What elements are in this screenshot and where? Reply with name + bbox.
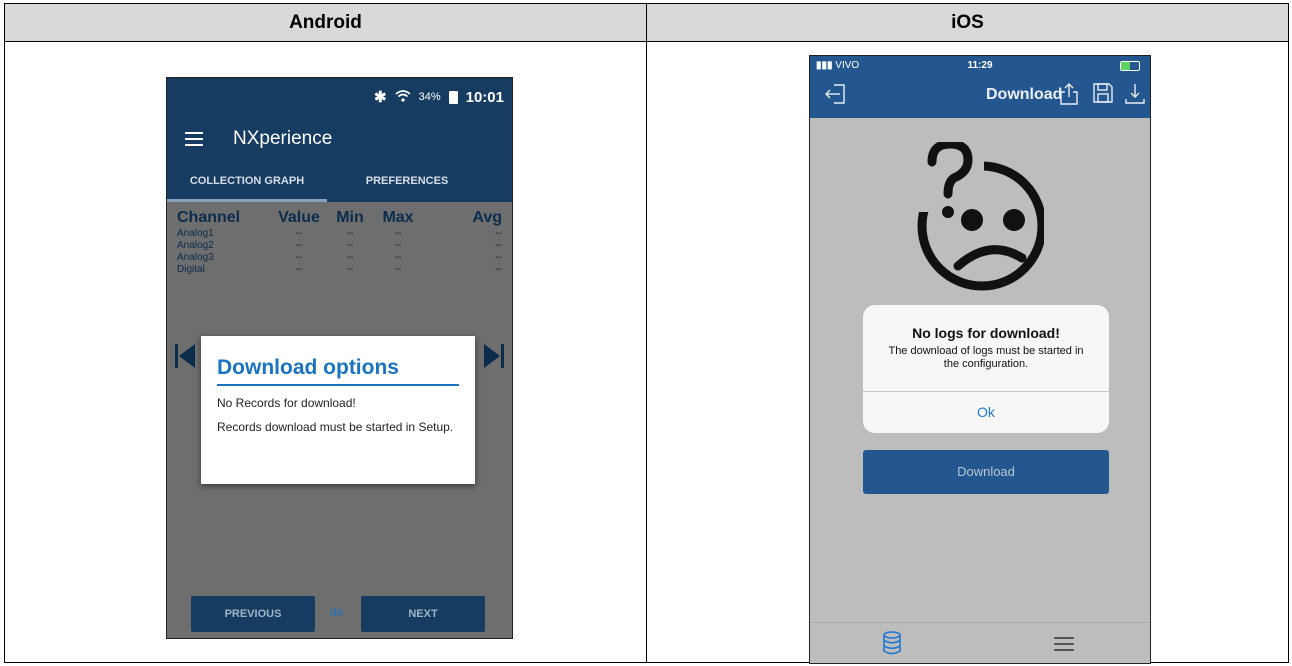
tab-collection-graph[interactable]: COLLECTION GRAPH xyxy=(167,162,327,202)
channel-name: Analog1 xyxy=(177,228,214,239)
bluetooth-icon: ✱ xyxy=(374,89,387,106)
channel-value: -- xyxy=(295,228,303,239)
table-row: Digital -- -- -- -- xyxy=(177,264,502,276)
ios-screen: ▮▮▮ VIVO 11:29 Download No logs for down… xyxy=(809,55,1151,664)
android-app-bar: NXperience xyxy=(167,116,512,162)
channel-max: -- xyxy=(394,264,402,275)
channel-value: -- xyxy=(295,252,303,263)
ios-nav-bar: Download xyxy=(810,74,1150,118)
no-logs-alert: No logs for download! The download of lo… xyxy=(863,305,1109,433)
android-cell: ✱ 34% 10:01 NXperience COLLECTION GRAPH … xyxy=(4,41,647,663)
hamburger-menu-icon[interactable] xyxy=(185,132,203,146)
column-header: Avg xyxy=(472,209,502,226)
channel-avg: -- xyxy=(495,252,502,263)
battery-icon xyxy=(1120,61,1140,71)
table-row: Analog3 -- -- -- -- xyxy=(177,252,502,264)
database-icon[interactable] xyxy=(882,631,902,660)
channel-min: -- xyxy=(346,264,354,275)
channel-value: -- xyxy=(295,240,303,251)
channel-avg: -- xyxy=(495,264,502,275)
channel-name: Analog2 xyxy=(177,240,214,251)
channel-max: -- xyxy=(394,252,402,263)
skip-forward-icon[interactable] xyxy=(484,344,504,375)
share-icon[interactable] xyxy=(1058,82,1080,110)
pager-separator: de xyxy=(330,605,344,619)
ios-status-bar: ▮▮▮ VIVO 11:29 xyxy=(810,56,1150,74)
battery-icon xyxy=(448,90,458,104)
ios-tab-bar xyxy=(810,622,1150,663)
table-row: Analog1 -- -- -- -- xyxy=(177,228,502,240)
wifi-icon xyxy=(395,89,411,106)
download-button[interactable]: Download xyxy=(863,450,1109,494)
exit-icon[interactable] xyxy=(824,82,848,110)
ios-header: iOS xyxy=(646,3,1289,42)
column-header: Channel xyxy=(177,209,241,226)
tab-preferences[interactable]: PREFERENCES xyxy=(327,162,487,202)
confused-face-icon xyxy=(914,139,1047,292)
ok-button[interactable]: Ok xyxy=(863,391,1109,433)
channel-min: -- xyxy=(346,252,354,263)
download-options-dialog: Download options No Records for download… xyxy=(201,336,475,484)
channel-table: Channel Value Min Max Avg Analog1 -- -- … xyxy=(167,202,512,276)
status-time: 11:29 xyxy=(967,59,993,71)
column-header: Min xyxy=(336,209,364,226)
table-row: Analog2 -- -- -- -- xyxy=(177,240,502,252)
battery-percent: 34% xyxy=(418,91,441,103)
alert-title: No logs for download! xyxy=(912,325,1060,341)
skip-back-icon[interactable] xyxy=(175,344,195,375)
next-button[interactable]: NEXT xyxy=(361,596,485,632)
android-tabs: COLLECTION GRAPH PREFERENCES xyxy=(167,162,512,202)
dialog-title: Download options xyxy=(217,356,459,386)
download-icon[interactable] xyxy=(1124,82,1146,110)
channel-name: Digital xyxy=(177,264,205,275)
save-icon[interactable] xyxy=(1092,82,1114,108)
channel-min: -- xyxy=(346,240,354,251)
channel-avg: -- xyxy=(495,228,502,239)
previous-button[interactable]: PREVIOUS xyxy=(191,596,315,632)
dialog-message: Records download must be started in Setu… xyxy=(217,420,454,434)
android-header: Android xyxy=(4,3,647,42)
channel-max: -- xyxy=(394,240,402,251)
channel-max: -- xyxy=(394,228,402,239)
column-header: Max xyxy=(382,209,414,226)
status-time: 10:01 xyxy=(465,88,504,106)
channel-min: -- xyxy=(346,228,354,239)
nav-title: Download xyxy=(986,86,1063,103)
column-header: Value xyxy=(278,209,320,226)
comparison-table: Android iOS ✱ 34% 10:01 NXperience COLLE… xyxy=(4,3,1289,664)
channel-table-header: Channel Value Min Max Avg xyxy=(177,208,502,228)
app-title: NXperience xyxy=(233,128,333,149)
channel-value: -- xyxy=(295,264,303,275)
android-status-bar: ✱ 34% 10:01 xyxy=(167,78,512,116)
ios-cell: ▮▮▮ VIVO 11:29 Download No logs for down… xyxy=(646,41,1289,664)
menu-icon[interactable] xyxy=(1054,637,1074,655)
dialog-message: No Records for download! xyxy=(217,396,356,410)
android-pager: PREVIOUS de NEXT xyxy=(167,596,512,636)
android-screen: ✱ 34% 10:01 NXperience COLLECTION GRAPH … xyxy=(166,77,513,639)
alert-message: The download of logs must be started in … xyxy=(888,345,1084,370)
channel-name: Analog3 xyxy=(177,252,214,263)
channel-avg: -- xyxy=(495,240,502,251)
